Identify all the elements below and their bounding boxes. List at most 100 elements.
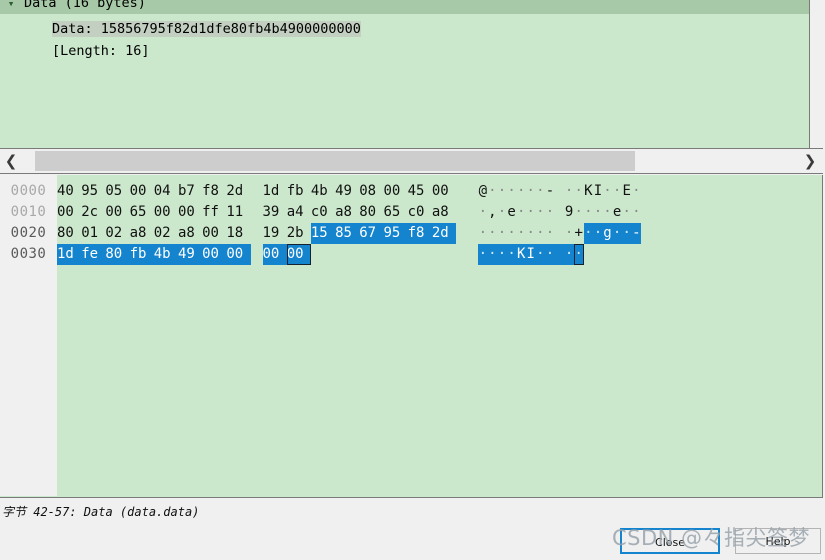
hexdump-byte[interactable]: 00 — [226, 244, 251, 265]
hexdump-byte[interactable]: 1d — [57, 244, 82, 265]
hexdump-ascii-char: · — [574, 246, 583, 262]
hexdump-ascii-char: · — [622, 204, 631, 220]
hexdump-byte[interactable]: 67 — [359, 223, 384, 244]
hexdump-byte[interactable]: 02 — [105, 223, 129, 244]
hexdump-byte[interactable]: 08 — [359, 181, 383, 202]
hexdump-offset-label: 0030 — [10, 246, 47, 262]
scroll-right-arrow-icon[interactable]: ❯ — [799, 149, 821, 173]
hexdump-byte[interactable]: 00 — [383, 181, 407, 202]
hexdump-byte[interactable]: 1d — [263, 181, 287, 202]
status-bar: 字节 42-57: Data (data.data) — [0, 500, 825, 526]
hexdump-ascii-group[interactable]: ·,·e···· 9····e·· — [478, 202, 641, 223]
hexdump-byte[interactable]: 2b — [287, 223, 311, 244]
hexdump-ascii-group[interactable]: · — [573, 244, 584, 265]
hexdump-row[interactable]: 0000 40 95 05 00 04 b7 f8 2d 1d fb 4b 49 08 00 45 00 @···… — [0, 181, 822, 202]
hexdump-byte[interactable]: 80 — [105, 244, 130, 265]
close-button[interactable]: Close — [620, 528, 720, 554]
hexdump-byte[interactable]: 95 — [81, 181, 105, 202]
hexdump-byte[interactable]: 19 — [263, 223, 287, 244]
chevron-down-icon[interactable]: ▾ — [0, 0, 22, 14]
hexdump-byte[interactable]: 18 — [226, 223, 250, 244]
hexdump-byte[interactable]: a8 — [130, 223, 154, 244]
hexdump-byte[interactable]: 2c — [81, 202, 105, 223]
hexdump-byte[interactable]: 00 — [105, 202, 129, 223]
hexdump-byte[interactable]: 4b — [311, 181, 335, 202]
hexdump-byte[interactable]: 00 — [432, 181, 456, 202]
hexdump-byte[interactable]: a8 — [178, 223, 202, 244]
hexdump-byte[interactable]: 15 — [310, 223, 336, 244]
hexdump-byte[interactable]: 49 — [177, 244, 203, 265]
hexdump-byte[interactable]: a4 — [287, 202, 311, 223]
hexdump-byte[interactable]: fb — [287, 181, 311, 202]
hexdump-byte[interactable]: fb — [129, 244, 154, 265]
hexdump-byte[interactable]: a8 — [335, 202, 359, 223]
hexdump-ascii-char: · — [564, 225, 574, 241]
hexdump-byte[interactable]: f8 — [202, 181, 226, 202]
hexdump-ascii-group[interactable]: ··g··- — [583, 223, 642, 244]
hexdump-row[interactable]: 0030 1d fe 80 fb 4b 49 00 00 00 00 ····KI·· ·· — [0, 244, 822, 265]
hexdump-byte[interactable]: c0 — [408, 202, 432, 223]
hexdump-byte[interactable]: 95 — [383, 223, 408, 244]
hexdump-byte[interactable]: 05 — [105, 181, 129, 202]
hexdump-byte[interactable]: 01 — [81, 223, 105, 244]
hexdump-byte[interactable]: 49 — [335, 181, 359, 202]
hexdump-ascii-char: · — [632, 204, 641, 220]
hexdump-offset-label: 0020 — [10, 225, 47, 241]
hexdump-row[interactable]: 0020 80 01 02 a8 02 a8 00 18 19 2b 15 85 67 95 f8 2d ····… — [0, 223, 822, 244]
hexdump-byte[interactable]: 4b — [153, 244, 178, 265]
scrollbar-thumb[interactable] — [35, 151, 635, 171]
hexdump-ascii-mid-gap — [555, 202, 565, 223]
hexdump-byte[interactable]: b7 — [178, 181, 202, 202]
hexdump-byte[interactable]: 00 — [202, 223, 226, 244]
tree-item-data-node[interactable]: ▾ Data (16 bytes) — [0, 0, 809, 14]
tree-item-data-length[interactable]: [Length: 16] — [0, 41, 809, 62]
scroll-left-arrow-icon[interactable]: ❮ — [0, 149, 22, 173]
tree-item-data-value[interactable]: Data: 15856795f82d1dfe80fb4b4900000000 — [0, 19, 809, 40]
hexdump-byte[interactable]: c0 — [311, 202, 335, 223]
tree-item-data-node-label: Data (16 bytes) — [22, 0, 150, 14]
hexdump-ascii-group[interactable]: @······- ··KI··E· — [478, 181, 641, 202]
hexdump-byte[interactable]: 2d — [226, 181, 250, 202]
hexdump-ascii-char: · — [488, 225, 497, 241]
hexdump-byte[interactable]: 00 — [202, 244, 227, 265]
hexdump-ascii-char: · — [497, 246, 507, 262]
hexdump-byte-cursor[interactable]: 00 — [286, 244, 311, 265]
hexdump-byte[interactable]: 00 — [178, 202, 202, 223]
hexdump-byte-empty — [432, 244, 456, 265]
hexdump-byte[interactable]: 2d — [431, 223, 456, 244]
packet-bytes-hexdump[interactable]: 0000 40 95 05 00 04 b7 f8 2d 1d fb 4b 49 08 00 45 00 @···… — [0, 175, 823, 498]
hexdump-ascii-char: · — [612, 183, 622, 199]
hexdump-ascii-char: e — [507, 204, 516, 220]
hexdump-ascii-mid-gap — [555, 223, 565, 244]
help-button[interactable]: Help — [735, 528, 821, 554]
hexdump-byte[interactable]: 45 — [408, 181, 432, 202]
hexdump-ascii-char: · — [478, 246, 488, 262]
scrollbar-track[interactable] — [22, 151, 799, 171]
hexdump-byte[interactable]: 11 — [226, 202, 250, 223]
hexdump-byte[interactable]: 65 — [383, 202, 407, 223]
hexdump-byte[interactable]: 00 — [154, 202, 178, 223]
hexdump-byte[interactable]: 02 — [154, 223, 178, 244]
hexdump-byte[interactable]: 40 — [57, 181, 81, 202]
hexdump-byte[interactable]: 04 — [154, 181, 178, 202]
hexdump-byte[interactable]: 39 — [263, 202, 287, 223]
hexdump-byte[interactable]: fe — [81, 244, 106, 265]
packet-detail-tree[interactable]: ▾ Data (16 bytes) Data: 15856795f82d1dfe8… — [0, 0, 810, 148]
hexdump-byte[interactable]: f8 — [407, 223, 432, 244]
horizontal-scrollbar[interactable]: ❮ ❯ — [0, 148, 823, 174]
hexdump-byte[interactable]: 85 — [335, 223, 360, 244]
hexdump-ascii-group[interactable]: ····KI·· · — [478, 244, 574, 265]
hexdump-ascii-char: · — [632, 183, 641, 199]
hexdump-ascii-group[interactable]: ········ ·+ — [478, 223, 584, 244]
hexdump-byte[interactable]: 00 — [57, 202, 81, 223]
hexdump-byte[interactable]: a8 — [432, 202, 456, 223]
status-bar-text: 字节 42-57: Data (data.data) — [2, 505, 200, 519]
hexdump-byte[interactable]: 65 — [130, 202, 154, 223]
hexdump-byte[interactable]: 00 — [262, 244, 287, 265]
hexdump-byte[interactable]: ff — [202, 202, 226, 223]
hexdump-byte[interactable]: 00 — [130, 181, 154, 202]
hexdump-byte-empty — [383, 244, 407, 265]
hexdump-row[interactable]: 0010 00 2c 00 65 00 00 ff 11 39 a4 c0 a8 80 65 c0 a8 ·,·e… — [0, 202, 822, 223]
hexdump-byte[interactable]: 80 — [359, 202, 383, 223]
hexdump-byte[interactable]: 80 — [57, 223, 81, 244]
